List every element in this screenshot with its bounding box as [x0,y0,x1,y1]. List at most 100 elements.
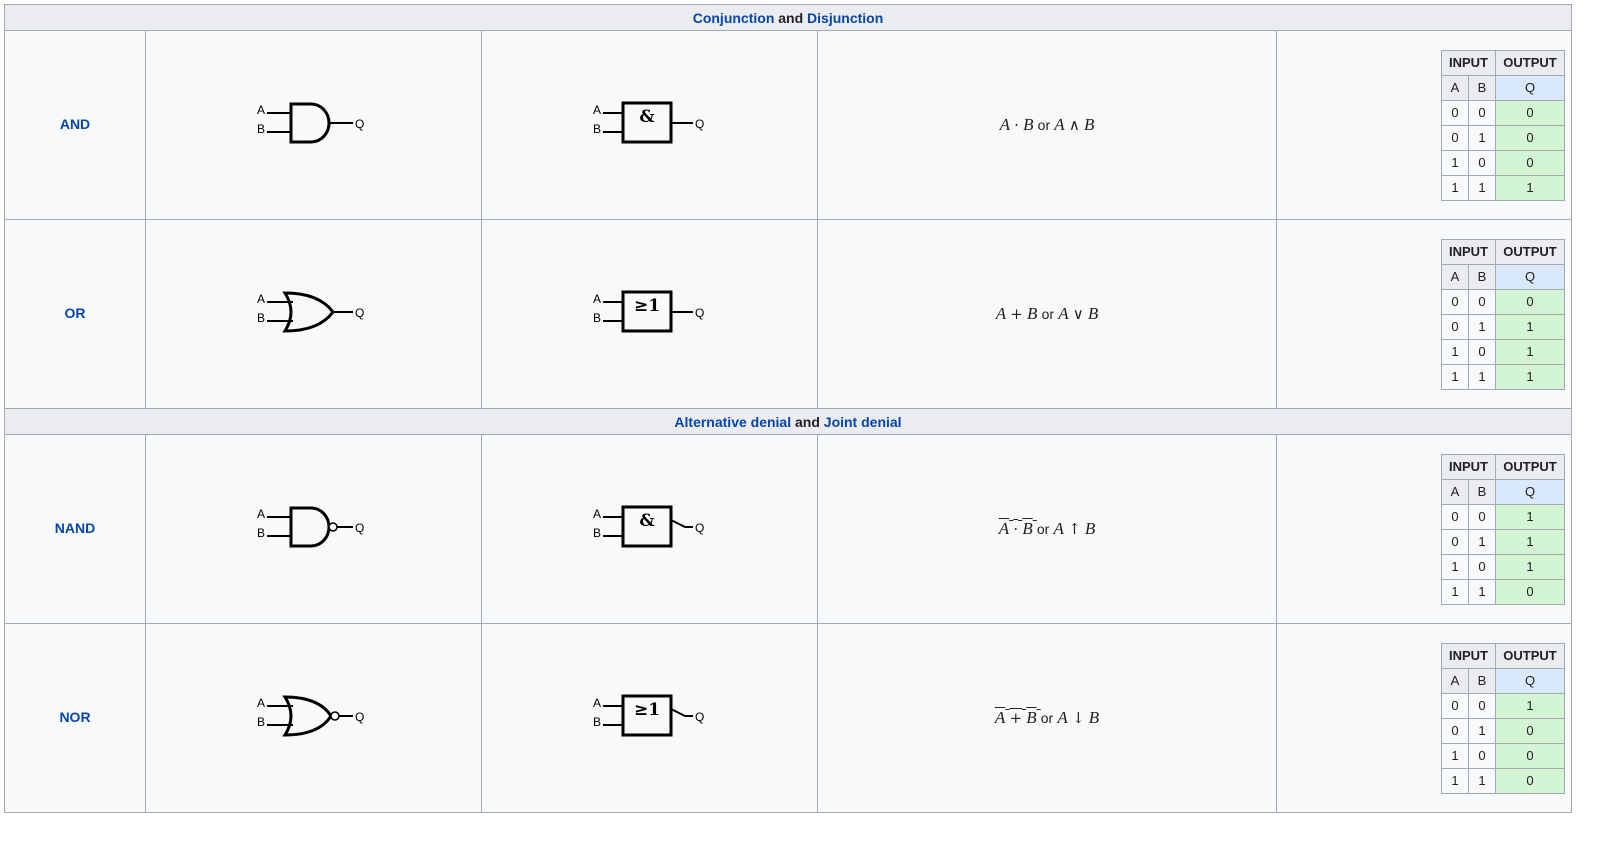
iec-nand-gate-icon: A B & Q [593,505,704,547]
expr-operand: A [1057,708,1068,727]
nand-gate-icon: A B Q [257,506,364,547]
pin-label-a: A [257,696,265,710]
expr-operand: B [1087,304,1099,323]
output-header: OUTPUT [1495,49,1565,76]
alternative-denial-link[interactable]: Alternative denial [674,414,791,430]
pin-label-q: Q [695,521,704,535]
or-gate-icon: A B Q [257,290,364,333]
gate-name-nor-link[interactable]: NOR [59,709,90,725]
pin-label-b: B [257,715,265,729]
pin-label-a: A [593,507,601,521]
truth-row: 011 [1441,313,1565,340]
gate-row-nand: NAND A B Q A B & Q A · B or A ↑ B INPUT … [4,434,1572,624]
col-q-header: Q [1495,667,1565,694]
pin-label-a: A [257,507,265,521]
col-q-header: Q [1495,263,1565,290]
truth-row: 010 [1441,124,1565,151]
expr-operand: A [995,304,1007,323]
expr-or-word: or [1037,117,1051,133]
expr-operand: A [1058,304,1069,323]
pin-label-a: A [257,292,265,306]
truth-row: 000 [1441,99,1565,126]
expr-operand: B [1088,708,1100,727]
pin-label-q: Q [355,306,364,320]
pin-label-q: Q [355,117,364,131]
col-q-header: Q [1495,74,1565,101]
truth-table-or: INPUT OUTPUT ABQ 000 011 101 111 [1441,238,1565,390]
truth-row: 000 [1441,288,1565,315]
input-header: INPUT [1441,238,1496,265]
output-header: OUTPUT [1495,453,1565,480]
col-a-header: A [1441,667,1469,694]
truth-row: 101 [1441,338,1565,365]
expr-operand: A [994,708,1006,727]
truth-row: 011 [1441,528,1565,555]
pin-label-b: B [257,122,265,136]
pin-label-b: B [593,526,601,540]
boolean-expression-or: A + B or A ∨ B [817,219,1277,409]
section-heading-conjunction-disjunction: Conjunction and Disjunction [4,4,1572,31]
and-gate-icon: A B Q [257,102,364,143]
expr-or-word: or [1041,306,1055,322]
heading-connector: and [791,413,824,430]
pin-label-b: B [593,715,601,729]
expr-operand: B [1026,708,1037,727]
iec-or-gate-icon: A B ≥1 Q [593,290,704,332]
iec-nor-gate-icon: A B ≥1 Q [593,694,704,736]
gate-row-nor: NOR A B Q A B ≥1 Q A + B or A ↓ B INPUT … [4,623,1572,813]
truth-row: 111 [1441,363,1565,390]
section-heading-alternative-joint-denial: Alternative denial and Joint denial [4,408,1572,435]
expr-or-word: or [1040,710,1054,726]
expr-operator: · [1014,116,1019,134]
expr-operator: ↑ [1068,520,1081,538]
expr-or-word: or [1036,521,1050,537]
expr-operator: + [1009,709,1023,727]
truth-table-nand: INPUT OUTPUT ABQ 001 011 101 110 [1441,453,1565,605]
pin-label-q: Q [355,521,364,535]
col-a-header: A [1441,478,1469,505]
gate-name-and-link[interactable]: AND [60,116,90,132]
pin-label-b: B [257,311,265,325]
expr-operand: A [1053,519,1064,538]
input-header: INPUT [1441,453,1496,480]
col-b-header: B [1468,263,1496,290]
expr-operand: B [1084,519,1096,538]
input-header: INPUT [1441,49,1496,76]
pin-label-q: Q [695,306,704,320]
truth-row: 110 [1441,578,1565,605]
col-b-header: B [1468,478,1496,505]
disjunction-link[interactable]: Disjunction [807,10,883,26]
truth-row: 010 [1441,717,1565,744]
expr-operand: B [1023,115,1034,134]
truth-row: 001 [1441,692,1565,719]
gate-name-nand-link[interactable]: NAND [55,520,95,536]
col-a-header: A [1441,74,1469,101]
output-header: OUTPUT [1495,642,1565,669]
logic-gates-table: Conjunction and Disjunction AND A B Q A [4,4,1572,813]
conjunction-link[interactable]: Conjunction [693,10,775,26]
heading-connector: and [774,9,808,26]
pin-label-b: B [593,122,601,136]
col-b-header: B [1468,667,1496,694]
pin-label-q: Q [695,117,704,131]
truth-row: 110 [1441,767,1565,794]
gate-row-or: OR A B Q A B ≥1 Q A + B or A ∨ B INPUT O… [4,219,1572,409]
truth-row: 100 [1441,149,1565,176]
output-header: OUTPUT [1495,238,1565,265]
joint-denial-link[interactable]: Joint denial [824,414,902,430]
expr-operand: A [1054,115,1065,134]
pin-label-a: A [257,103,265,117]
expr-operand: A [998,519,1010,538]
nor-gate-icon: A B Q [257,694,364,737]
iec-symbol-and: & [639,107,655,127]
pin-label-b: B [593,311,601,325]
truth-row: 100 [1441,742,1565,769]
gate-name-or-link[interactable]: OR [65,305,86,321]
pin-label-a: A [593,292,601,306]
iec-symbol-nand: & [639,511,655,531]
pin-label-a: A [593,696,601,710]
truth-table-nor: INPUT OUTPUT ABQ 001 010 100 110 [1441,642,1565,794]
logic-gates-page: Conjunction and Disjunction AND A B Q A [0,0,1621,847]
expr-operand: B [1084,115,1095,134]
iec-symbol-nor: ≥1 [633,700,659,720]
